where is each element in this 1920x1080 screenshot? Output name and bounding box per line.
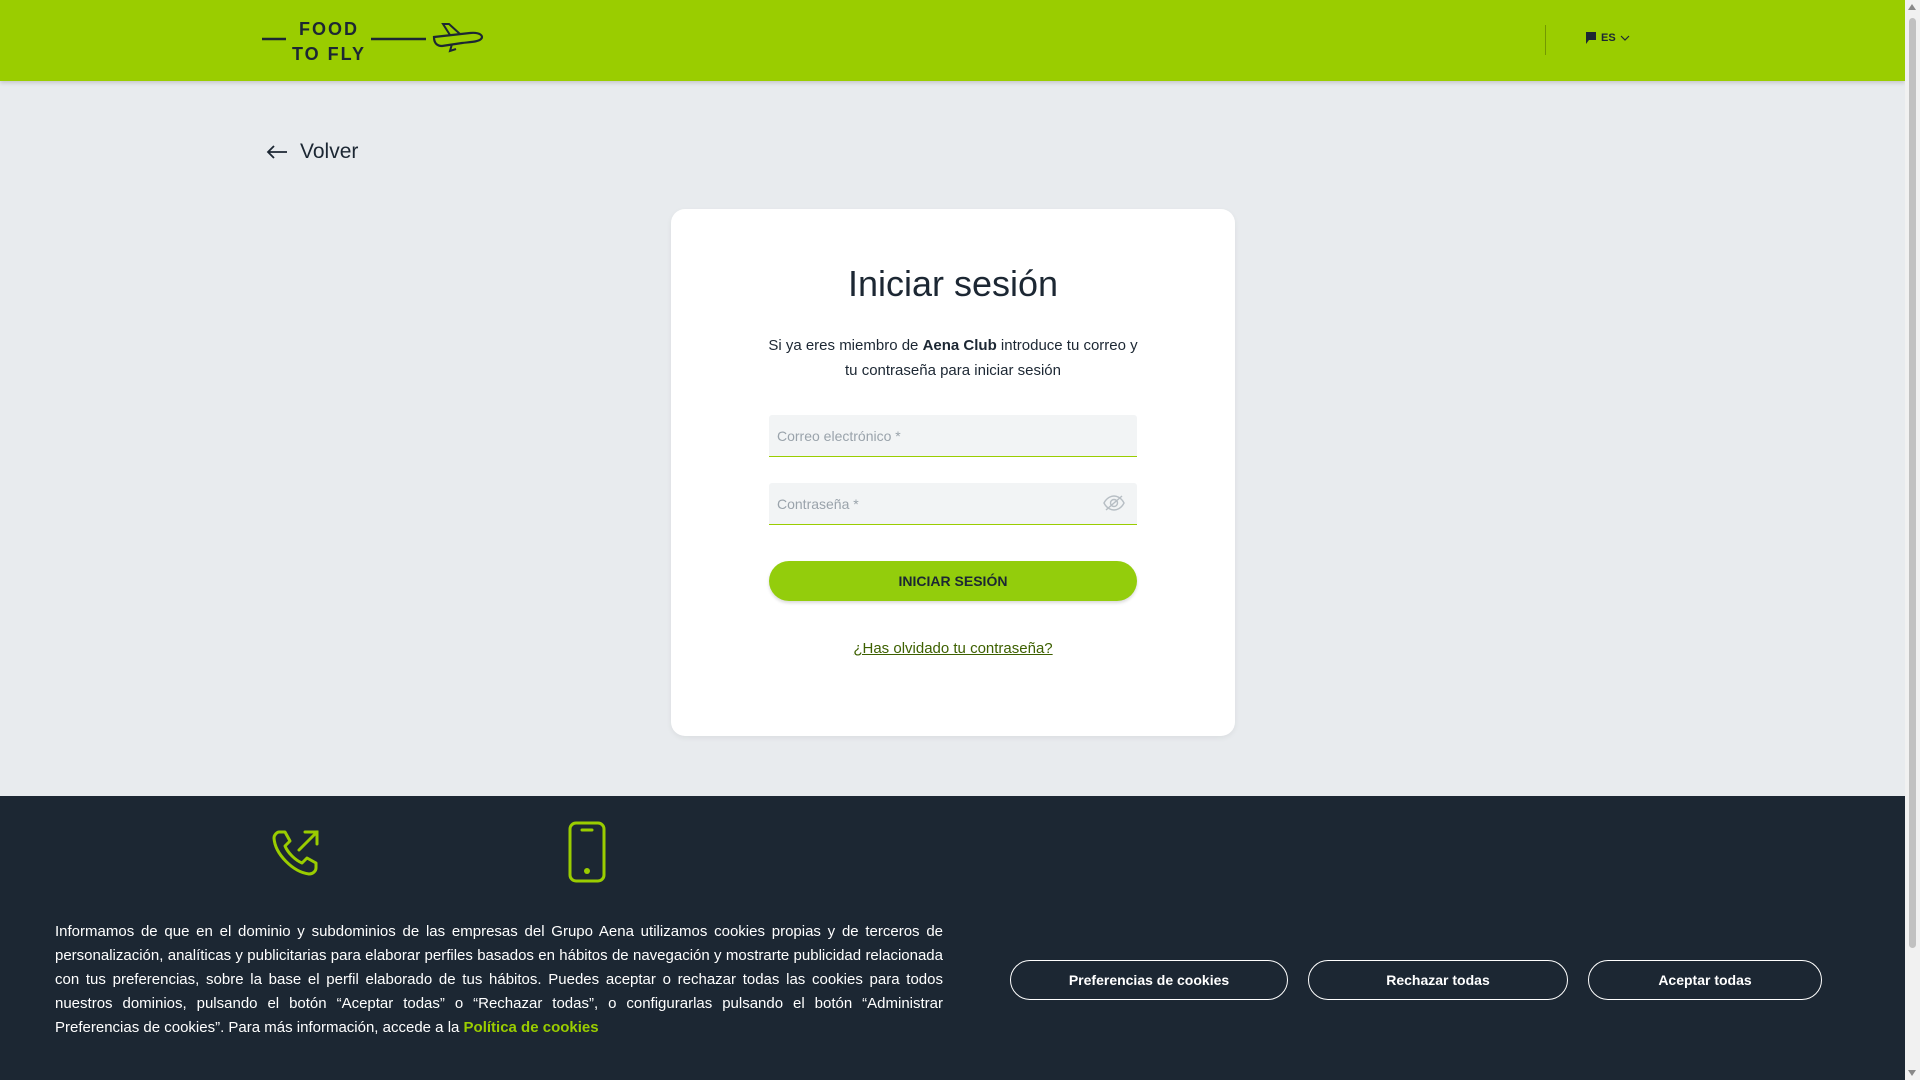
- cookie-policy-link[interactable]: Política de cookies: [464, 1019, 599, 1036]
- flag-icon: [1586, 32, 1596, 44]
- back-label: Volver: [300, 140, 359, 163]
- password-field-wrapper: [769, 483, 1137, 525]
- svg-text:TO FLY: TO FLY: [292, 44, 366, 64]
- scrollbar-thumb[interactable]: [1909, 18, 1916, 948]
- email-field-wrapper: [769, 415, 1137, 457]
- login-card: Iniciar sesión Si ya eres miembro de Aen…: [671, 209, 1235, 736]
- cookie-notice-text: Informamos de que en el dominio y subdom…: [55, 923, 943, 1036]
- site-header: FOOD TO FLY ES: [0, 0, 1905, 81]
- phone-call-icon[interactable]: [271, 826, 323, 883]
- header-divider: [1545, 25, 1546, 55]
- reject-all-cookies-button[interactable]: Rechazar todas: [1308, 960, 1568, 1000]
- forgot-password-link[interactable]: ¿Has olvidado tu contraseña?: [671, 640, 1235, 657]
- cookie-preferences-button[interactable]: Preferencias de cookies: [1010, 960, 1288, 1000]
- language-label: ES: [1601, 32, 1616, 44]
- back-link[interactable]: Volver: [266, 140, 358, 164]
- password-field[interactable]: [769, 483, 1137, 524]
- scroll-up-icon[interactable]: [1908, 4, 1916, 10]
- food-to-fly-logo[interactable]: FOOD TO FLY: [262, 16, 486, 64]
- arrow-left-icon: [266, 145, 287, 159]
- mobile-phone-icon[interactable]: [567, 821, 607, 888]
- login-description: Si ya eres miembro de Aena Club introduc…: [768, 337, 1138, 379]
- login-title: Iniciar sesión: [847, 263, 1059, 304]
- vertical-scrollbar[interactable]: [1905, 0, 1920, 1080]
- chevron-down-icon: [1620, 35, 1630, 41]
- site-footer: Informamos de que en el dominio y subdom…: [0, 796, 1905, 1080]
- login-button[interactable]: INICIAR SESIÓN: [769, 561, 1137, 601]
- aena-club-brand: Aena Club: [922, 337, 997, 354]
- language-selector[interactable]: ES: [1585, 31, 1630, 45]
- eye-off-icon[interactable]: [1103, 494, 1125, 517]
- svg-text:FOOD: FOOD: [299, 19, 359, 39]
- scroll-down-icon[interactable]: [1908, 1070, 1916, 1076]
- email-field[interactable]: [769, 415, 1137, 456]
- accept-all-cookies-button[interactable]: Aceptar todas: [1588, 960, 1822, 1000]
